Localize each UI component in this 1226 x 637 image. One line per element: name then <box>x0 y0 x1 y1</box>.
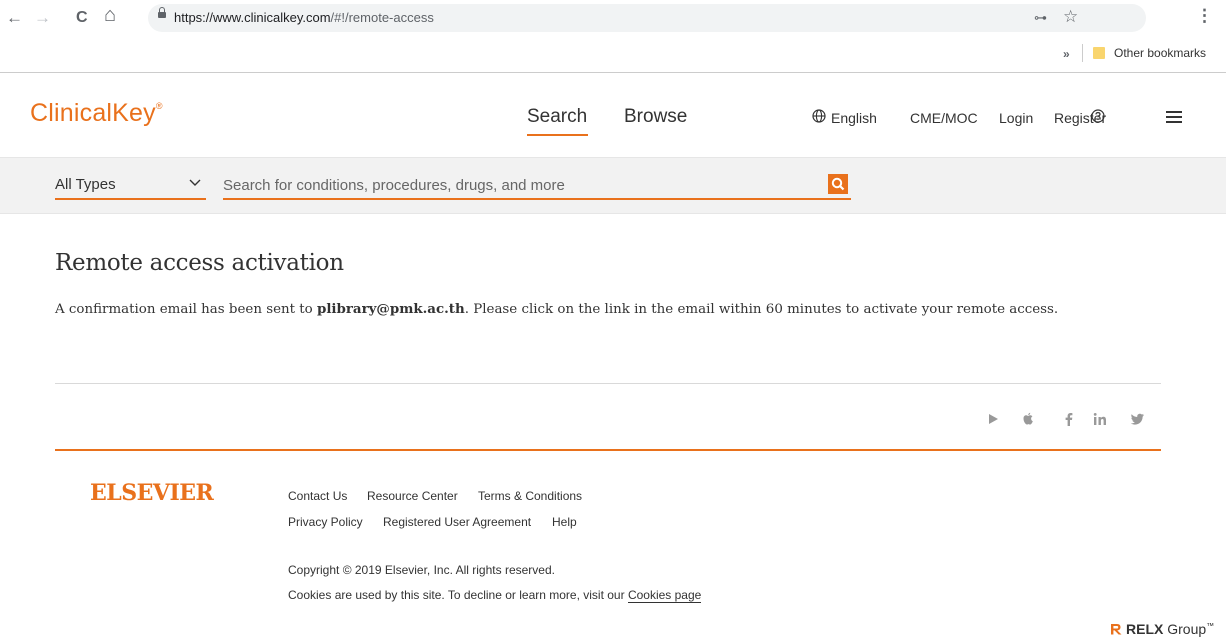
nav-browse[interactable]: Browse <box>624 106 687 128</box>
footer-resource-center[interactable]: Resource Center <box>367 489 458 503</box>
password-key-icon[interactable]: ⊶ <box>1034 10 1047 26</box>
footer-privacy-policy[interactable]: Privacy Policy <box>288 515 363 529</box>
browser-menu-icon[interactable]: ⋮ <box>1196 6 1213 26</box>
globe-icon[interactable] <box>812 109 826 123</box>
footer-divider <box>55 449 1161 451</box>
address-url: https://www.clinicalkey.com/#!/remote-ac… <box>174 10 434 25</box>
other-bookmarks[interactable]: Other bookmarks <box>1114 46 1206 60</box>
bookmarks-overflow-icon[interactable]: » <box>1063 47 1070 61</box>
search-button[interactable] <box>828 174 848 194</box>
relx-logo-icon <box>1111 624 1122 635</box>
help-icon[interactable] <box>1091 109 1105 123</box>
login-link[interactable]: Login <box>999 110 1033 126</box>
twitter-icon[interactable] <box>1128 410 1146 428</box>
play-store-icon[interactable] <box>984 410 1002 428</box>
cookies-page-link[interactable]: Cookies page <box>627 588 702 603</box>
forward-icon[interactable]: → <box>34 8 51 28</box>
cookies-notice: Cookies are used by this site. To declin… <box>288 588 702 603</box>
elsevier-logo[interactable]: ELSEVIER <box>90 480 214 506</box>
address-bar[interactable]: https://www.clinicalkey.com/#!/remote-ac… <box>148 4 1146 32</box>
nav-active-indicator <box>527 134 588 136</box>
linkedin-icon[interactable] <box>1091 410 1109 428</box>
facebook-icon[interactable] <box>1060 410 1078 428</box>
confirmation-message: A confirmation email has been sent to pl… <box>55 301 1059 317</box>
reload-icon[interactable]: C <box>76 8 88 28</box>
email-address: plibrary@pmk.ac.th <box>316 301 465 317</box>
search-input[interactable] <box>223 174 813 196</box>
language-selector[interactable]: English <box>831 110 877 126</box>
nav-search[interactable]: Search <box>527 106 587 128</box>
content-type-select[interactable]: All Types <box>55 174 206 200</box>
search-field-container <box>223 174 851 200</box>
page-title: Remote access activation <box>55 250 344 276</box>
content-divider <box>55 383 1161 384</box>
relx-group-logo: RELX Group™ <box>1126 621 1215 637</box>
footer-terms[interactable]: Terms & Conditions <box>478 489 582 503</box>
footer-contact-us[interactable]: Contact Us <box>288 489 347 503</box>
copyright-text: Copyright © 2019 Elsevier, Inc. All righ… <box>288 563 555 577</box>
browser-divider <box>0 72 1226 73</box>
content-type-value: All Types <box>55 176 116 193</box>
home-icon[interactable]: ⌂ <box>104 5 116 25</box>
bookmark-star-icon[interactable]: ☆ <box>1063 7 1078 27</box>
folder-icon <box>1093 47 1105 59</box>
cme-moc-link[interactable]: CME/MOC <box>910 110 978 126</box>
lock-icon <box>158 7 166 18</box>
clinicalkey-logo[interactable]: ClinicalKey® <box>30 99 163 128</box>
hamburger-menu-icon[interactable] <box>1166 111 1182 123</box>
footer-help[interactable]: Help <box>552 515 577 529</box>
chevron-down-icon <box>189 179 201 186</box>
footer-user-agreement[interactable]: Registered User Agreement <box>383 515 531 529</box>
apple-icon[interactable] <box>1019 410 1037 428</box>
bookmarks-divider <box>1082 44 1083 62</box>
back-icon[interactable]: ← <box>6 8 23 28</box>
search-icon <box>831 177 845 191</box>
